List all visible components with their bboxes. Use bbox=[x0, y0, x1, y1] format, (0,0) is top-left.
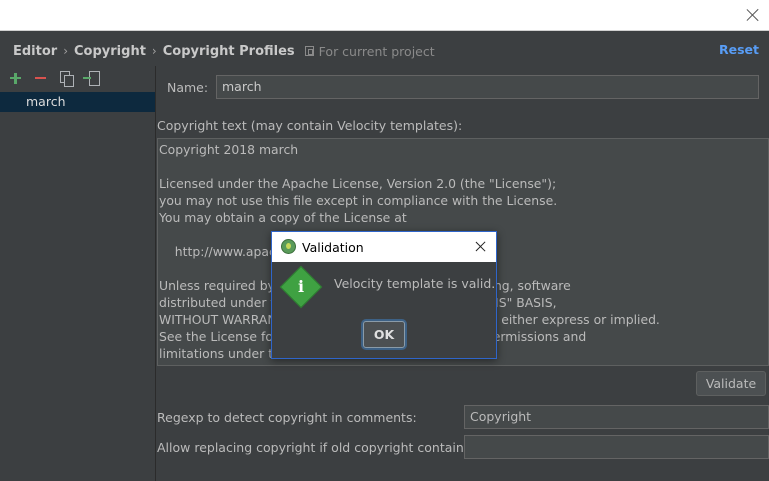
scope-indicator: For current project bbox=[304, 43, 435, 59]
scope-label: For current project bbox=[318, 43, 435, 59]
remove-profile-icon[interactable] bbox=[32, 69, 51, 88]
copyright-text-label: Copyright text (may contain Velocity tem… bbox=[157, 118, 463, 133]
project-scope-icon bbox=[304, 46, 314, 56]
validate-button[interactable]: Validate bbox=[696, 371, 766, 396]
profile-list: march bbox=[0, 92, 155, 112]
allow-replacing-field[interactable] bbox=[464, 435, 769, 459]
breadcrumb-copyright[interactable]: Copyright bbox=[74, 44, 146, 59]
validation-dialog: Validation i Velocity template is valid.… bbox=[271, 231, 497, 359]
dialog-titlebar: Validation bbox=[272, 232, 496, 262]
profile-item-march[interactable]: march bbox=[0, 92, 155, 112]
breadcrumb: Editor › Copyright › Copyright Profiles … bbox=[13, 42, 435, 60]
info-glyph: i bbox=[298, 277, 305, 296]
copyright-line: Licensed under the Apache License, Versi… bbox=[159, 176, 557, 191]
copyright-line bbox=[159, 158, 767, 175]
breadcrumb-separator-icon: › bbox=[151, 44, 157, 58]
breadcrumb-editor[interactable]: Editor bbox=[13, 44, 57, 59]
copy-profile-icon[interactable] bbox=[57, 69, 76, 88]
window-close-icon[interactable] bbox=[745, 7, 761, 23]
ok-button[interactable]: OK bbox=[363, 321, 405, 348]
copyright-line: You may obtain a copy of the License at bbox=[159, 210, 407, 225]
breadcrumb-copyright-profiles: Copyright Profiles bbox=[162, 43, 295, 59]
window-titlebar bbox=[0, 0, 769, 31]
add-profile-icon[interactable] bbox=[7, 69, 26, 88]
app-logo-icon bbox=[281, 239, 296, 254]
regexp-label: Regexp to detect copyright in comments: bbox=[157, 410, 417, 425]
copyright-line: Copyright 2018 march bbox=[159, 142, 299, 157]
profiles-panel: march bbox=[0, 66, 156, 481]
dialog-title: Validation bbox=[302, 240, 364, 255]
profiles-toolbar bbox=[0, 66, 155, 90]
dialog-close-icon[interactable] bbox=[474, 240, 487, 253]
allow-replacing-label: Allow replacing copyright if old copyrig… bbox=[157, 440, 475, 455]
name-field[interactable]: march bbox=[216, 75, 759, 99]
name-label: Name: bbox=[167, 80, 209, 95]
dialog-message: Velocity template is valid. bbox=[334, 276, 496, 291]
regexp-field[interactable]: Copyright bbox=[464, 405, 769, 429]
import-profile-icon[interactable] bbox=[82, 69, 101, 88]
breadcrumb-separator-icon: › bbox=[63, 44, 69, 58]
copyright-line: you may not use this file except in comp… bbox=[159, 193, 558, 208]
reset-link[interactable]: Reset bbox=[719, 42, 759, 57]
